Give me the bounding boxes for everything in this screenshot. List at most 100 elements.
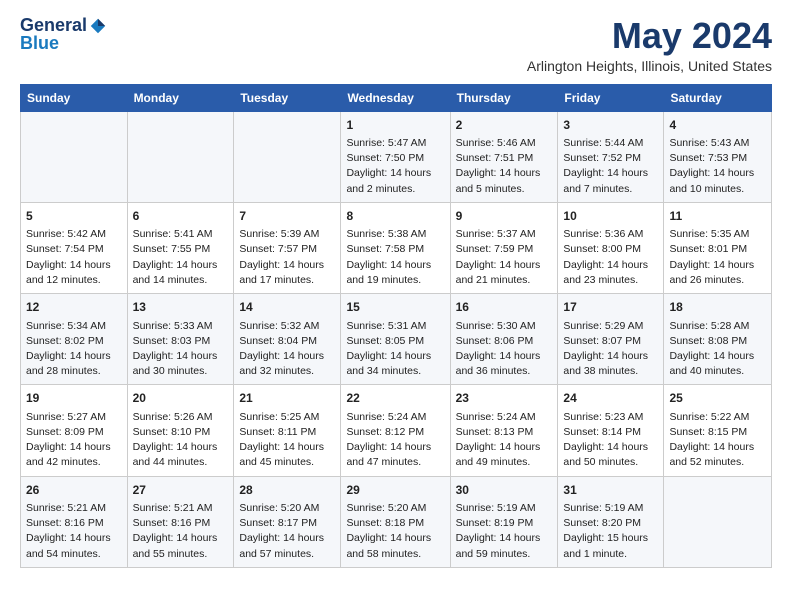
daylight-hours: Daylight: 14 hours and 26 minutes. [669, 258, 766, 288]
day-number: 13 [133, 299, 229, 316]
calendar-cell: 19Sunrise: 5:27 AMSunset: 8:09 PMDayligh… [21, 385, 128, 476]
day-number: 29 [346, 482, 444, 499]
day-number: 18 [669, 299, 766, 316]
day-number: 15 [346, 299, 444, 316]
day-number: 12 [26, 299, 122, 316]
sunrise-text: Sunrise: 5:20 AM [239, 501, 335, 516]
day-number: 6 [133, 208, 229, 225]
calendar-cell: 5Sunrise: 5:42 AMSunset: 7:54 PMDaylight… [21, 202, 128, 293]
calendar-cell: 29 Sunrise: 5:20 AMSunset: 8:18 PMDayligh… [341, 476, 450, 567]
calendar-cell: 31 Sunrise: 5:19 AMSunset: 8:20 PMDayligh… [558, 476, 664, 567]
day-number: 24 [563, 390, 658, 407]
day-number: 19 [26, 390, 122, 407]
day-number: 31 [563, 482, 658, 499]
sunset-text: Sunset: 8:18 PM [346, 516, 444, 531]
sunrise-text: Sunrise: 5:20 AM [346, 501, 444, 516]
calendar-cell: 21Sunrise: 5:25 AMSunset: 8:11 PMDayligh… [234, 385, 341, 476]
calendar-cell [127, 111, 234, 202]
sunset-text: Sunset: 8:12 PM [346, 425, 444, 440]
calendar-cell: 27Sunrise: 5:21 AMSunset: 8:16 PMDayligh… [127, 476, 234, 567]
sunset-text: Sunset: 8:11 PM [239, 425, 335, 440]
daylight-hours: Daylight: 14 hours and 54 minutes. [26, 531, 122, 561]
sunrise-text: Sunrise: 5:29 AM [563, 319, 658, 334]
sunrise-text: Sunrise: 5:32 AM [239, 319, 335, 334]
sunrise-text: Sunrise: 5:24 AM [456, 410, 553, 425]
daylight-hours: Daylight: 14 hours and 30 minutes. [133, 349, 229, 379]
calendar-cell: 18Sunrise: 5:28 AMSunset: 8:08 PMDayligh… [664, 294, 772, 385]
calendar-cell: 6Sunrise: 5:41 AMSunset: 7:55 PMDaylight… [127, 202, 234, 293]
daylight-hours: Daylight: 14 hours and 59 minutes. [456, 531, 553, 561]
weekday-header-friday: Friday [558, 84, 664, 111]
sunrise-text: Sunrise: 5:39 AM [239, 227, 335, 242]
calendar-cell: 2Sunrise: 5:46 AMSunset: 7:51 PMDaylight… [450, 111, 558, 202]
sunrise-text: Sunrise: 5:23 AM [563, 410, 658, 425]
weekday-header-monday: Monday [127, 84, 234, 111]
sunrise-text: Sunrise: 5:19 AM [563, 501, 658, 516]
calendar-cell: 23Sunrise: 5:24 AMSunset: 8:13 PMDayligh… [450, 385, 558, 476]
day-number: 2 [456, 117, 553, 134]
daylight-hours: Daylight: 14 hours and 19 minutes. [346, 258, 444, 288]
sunrise-text: Sunrise: 5:24 AM [346, 410, 444, 425]
sunset-text: Sunset: 8:02 PM [26, 334, 122, 349]
sunset-text: Sunset: 8:03 PM [133, 334, 229, 349]
sunset-text: Sunset: 7:50 PM [346, 151, 444, 166]
day-number: 28 [239, 482, 335, 499]
sunset-text: Sunset: 8:19 PM [456, 516, 553, 531]
daylight-hours: Daylight: 14 hours and 58 minutes. [346, 531, 444, 561]
calendar-week-row: 19Sunrise: 5:27 AMSunset: 8:09 PMDayligh… [21, 385, 772, 476]
daylight-hours: Daylight: 14 hours and 38 minutes. [563, 349, 658, 379]
sunset-text: Sunset: 8:20 PM [563, 516, 658, 531]
sunset-text: Sunset: 8:01 PM [669, 242, 766, 257]
daylight-hours: Daylight: 14 hours and 14 minutes. [133, 258, 229, 288]
calendar-cell: 15Sunrise: 5:31 AMSunset: 8:05 PMDayligh… [341, 294, 450, 385]
title-block: May 2024 Arlington Heights, Illinois, Un… [527, 16, 772, 74]
day-number: 1 [346, 117, 444, 134]
weekday-header-thursday: Thursday [450, 84, 558, 111]
sunset-text: Sunset: 8:15 PM [669, 425, 766, 440]
day-number: 4 [669, 117, 766, 134]
sunset-text: Sunset: 7:51 PM [456, 151, 553, 166]
daylight-hours: Daylight: 14 hours and 55 minutes. [133, 531, 229, 561]
page-header: General Blue May 2024 Arlington Heights,… [20, 16, 772, 74]
location: Arlington Heights, Illinois, United Stat… [527, 58, 772, 74]
calendar-cell [234, 111, 341, 202]
weekday-header-sunday: Sunday [21, 84, 128, 111]
day-number: 27 [133, 482, 229, 499]
calendar-cell: 11Sunrise: 5:35 AMSunset: 8:01 PMDayligh… [664, 202, 772, 293]
sunrise-text: Sunrise: 5:31 AM [346, 319, 444, 334]
sunset-text: Sunset: 8:10 PM [133, 425, 229, 440]
sunset-text: Sunset: 7:54 PM [26, 242, 122, 257]
daylight-hours: Daylight: 14 hours and 45 minutes. [239, 440, 335, 470]
sunset-text: Sunset: 7:58 PM [346, 242, 444, 257]
calendar-cell: 26Sunrise: 5:21 AMSunset: 8:16 PMDayligh… [21, 476, 128, 567]
calendar-cell [664, 476, 772, 567]
sunrise-text: Sunrise: 5:42 AM [26, 227, 122, 242]
day-number: 21 [239, 390, 335, 407]
sunset-text: Sunset: 8:14 PM [563, 425, 658, 440]
calendar-week-row: 12 Sunrise: 5:34 AMSunset: 8:02 PM Dayligh… [21, 294, 772, 385]
daylight-hours: Daylight: 15 hours and 1 minute. [563, 531, 658, 561]
day-number: 11 [669, 208, 766, 225]
daylight-hours: Daylight: 14 hours and 49 minutes. [456, 440, 553, 470]
sunrise-text: Sunrise: 5:44 AM [563, 136, 658, 151]
sunset-text: Sunset: 8:16 PM [133, 516, 229, 531]
daylight-hours: Daylight: 14 hours and 32 minutes. [239, 349, 335, 379]
sunrise-text: Sunrise: 5:34 AM [26, 319, 122, 334]
sunrise-text: Sunrise: 5:46 AM [456, 136, 553, 151]
daylight-hours: Daylight: 14 hours and 52 minutes. [669, 440, 766, 470]
weekday-header-saturday: Saturday [664, 84, 772, 111]
sunrise-text: Sunrise: 5:41 AM [133, 227, 229, 242]
day-number: 22 [346, 390, 444, 407]
day-number: 26 [26, 482, 122, 499]
sunset-text: Sunset: 8:06 PM [456, 334, 553, 349]
sunrise-text: Sunrise: 5:30 AM [456, 319, 553, 334]
day-number: 8 [346, 208, 444, 225]
calendar-cell: 22Sunrise: 5:24 AMSunset: 8:12 PMDayligh… [341, 385, 450, 476]
calendar-cell: 25Sunrise: 5:22 AMSunset: 8:15 PMDayligh… [664, 385, 772, 476]
calendar-cell: 3Sunrise: 5:44 AMSunset: 7:52 PMDaylight… [558, 111, 664, 202]
day-number: 9 [456, 208, 553, 225]
daylight-hours: Daylight: 14 hours and 44 minutes. [133, 440, 229, 470]
calendar-week-row: 5Sunrise: 5:42 AMSunset: 7:54 PMDaylight… [21, 202, 772, 293]
daylight-hours: Daylight: 14 hours and 17 minutes. [239, 258, 335, 288]
sunset-text: Sunset: 8:07 PM [563, 334, 658, 349]
